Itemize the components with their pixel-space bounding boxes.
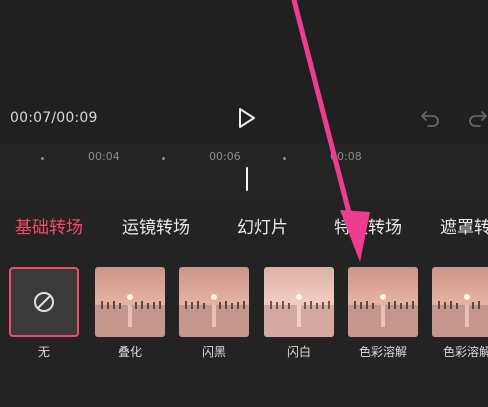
timeline-ruler[interactable]: 00:04 00:06 00:08	[0, 145, 488, 195]
redo-icon[interactable]	[468, 108, 488, 128]
transition-thumb	[179, 267, 249, 337]
transition-thumb	[432, 267, 488, 337]
transition-thumb	[348, 267, 418, 337]
transition-thumb	[95, 267, 165, 337]
transition-label: 闪黑	[201, 345, 226, 359]
tab-effect-transition[interactable]: 特效转场	[334, 213, 402, 238]
time-display: 00:07/00:09	[10, 110, 98, 126]
sunset-thumbnail-image	[179, 267, 249, 337]
transition-item[interactable]: 闪白	[264, 267, 334, 360]
timeline-dot	[283, 157, 286, 160]
timeline-tick: 00:06	[209, 150, 241, 163]
playback-controls: 00:07/00:09	[0, 100, 488, 140]
transition-item[interactable]: 闪黑	[179, 267, 249, 360]
transition-panel: 基础转场 运镜转场 幻灯片 特效转场 遮罩转场 无	[0, 195, 488, 407]
transition-list: 无 叠化 闪黑 闪白 色彩溶解 色彩溶解	[0, 267, 488, 377]
none-icon	[34, 292, 54, 312]
transition-item[interactable]: 叠化	[95, 267, 165, 360]
transition-label: 色彩溶解	[358, 345, 407, 359]
transition-thumb-none	[9, 267, 79, 337]
tab-basic-transition[interactable]: 基础转场	[15, 213, 83, 238]
transition-tabs: 基础转场 运镜转场 幻灯片 特效转场 遮罩转场	[0, 213, 488, 243]
transition-item[interactable]: 色彩溶解	[432, 267, 488, 360]
transition-item-none[interactable]: 无	[9, 267, 79, 360]
timeline-tick: 00:08	[330, 150, 362, 163]
sunset-thumbnail-image	[432, 267, 488, 337]
sunset-thumbnail-image	[264, 267, 334, 337]
transition-label: 色彩溶解	[442, 345, 488, 359]
playhead[interactable]	[246, 167, 248, 191]
transition-item[interactable]: 色彩溶解	[348, 267, 418, 360]
sunset-thumbnail-image	[348, 267, 418, 337]
transition-label: 叠化	[117, 345, 142, 359]
timeline-dot	[162, 157, 165, 160]
undo-icon[interactable]	[420, 108, 440, 128]
tab-camera-transition[interactable]: 运镜转场	[122, 213, 190, 238]
transition-thumb	[264, 267, 334, 337]
transition-label: 无	[37, 345, 50, 359]
transition-label: 闪白	[286, 345, 311, 359]
tab-slideshow[interactable]: 幻灯片	[237, 213, 288, 238]
sunset-thumbnail-image	[95, 267, 165, 337]
play-icon[interactable]	[236, 106, 258, 130]
timeline-dot	[41, 157, 44, 160]
timeline-tick: 00:04	[88, 150, 120, 163]
tab-mask-transition[interactable]: 遮罩转场	[440, 213, 488, 238]
